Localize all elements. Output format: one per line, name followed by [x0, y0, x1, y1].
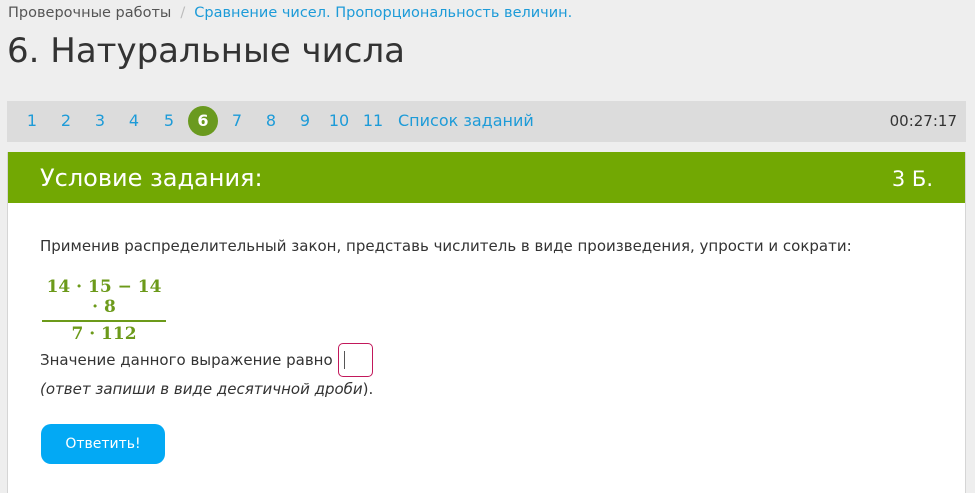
breadcrumb-separator: / — [180, 5, 186, 21]
fraction-denominator: 7 · 112 — [71, 323, 137, 344]
breadcrumb-root[interactable]: Проверочные работы — [8, 5, 171, 21]
answer-hint-italic: (ответ запиши в виде десятичной дроби — [40, 380, 363, 398]
answer-hint: (ответ запиши в виде десятичной дроби). — [40, 379, 373, 399]
task-nav-item-7[interactable]: 7 — [229, 107, 245, 135]
timer: 00:27:17 — [889, 112, 957, 130]
task-nav-item-4[interactable]: 4 — [126, 107, 142, 135]
page-title: 6. Натуральные числа — [7, 31, 406, 71]
task-card-title: Условие задания: — [40, 164, 263, 192]
task-list-link[interactable]: Список заданий — [398, 107, 534, 135]
task-card: Условие задания: 3 Б. Применив распредел… — [7, 152, 966, 493]
task-nav-item-8[interactable]: 8 — [263, 107, 279, 135]
breadcrumb-current-link[interactable]: Сравнение чисел. Пропорциональность вели… — [194, 5, 572, 21]
task-nav-item-3[interactable]: 3 — [92, 107, 108, 135]
submit-answer-button[interactable]: Ответить! — [41, 424, 165, 464]
text-cursor — [344, 351, 345, 369]
math-fraction: 14 · 15 − 14 · 8 7 · 112 — [42, 277, 166, 345]
task-nav-item-5[interactable]: 5 — [161, 107, 177, 135]
task-nav-item-2[interactable]: 2 — [58, 107, 74, 135]
answer-hint-tail: ). — [362, 380, 374, 398]
task-card-header: Условие задания: 3 Б. — [8, 152, 965, 203]
task-nav-item-11[interactable]: 11 — [362, 107, 384, 135]
task-instruction: Применив распределительный закон, предст… — [40, 237, 852, 255]
task-navigation: 1 2 3 4 5 6 7 8 9 10 11 Список заданий 0… — [7, 101, 966, 142]
task-nav-item-10[interactable]: 10 — [328, 107, 350, 135]
fraction-numerator: 14 · 15 − 14 · 8 — [46, 277, 162, 317]
answer-label: Значение данного выражение равно — [40, 351, 333, 369]
task-nav-item-1[interactable]: 1 — [24, 107, 40, 135]
task-points: 3 Б. — [891, 167, 933, 191]
breadcrumb: Проверочные работы / Сравнение чисел. Проп… — [8, 4, 572, 22]
task-nav-item-6-current[interactable]: 6 — [188, 106, 218, 136]
task-nav-item-9[interactable]: 9 — [297, 107, 313, 135]
